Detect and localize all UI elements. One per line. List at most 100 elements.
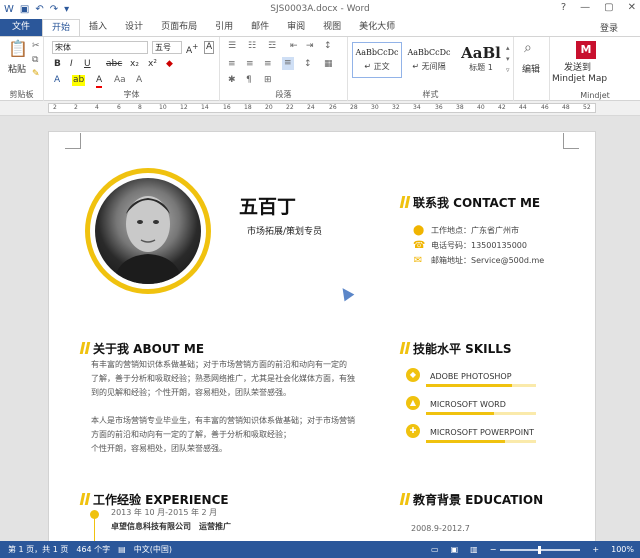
mindjet-map-label[interactable]: Mindjet Map <box>552 74 607 85</box>
sort-icon[interactable]: ↕ <box>324 41 332 52</box>
mindjet-group: M 发送到 Mindjet Map Mindjet <box>550 37 640 101</box>
ruler-tick: 38 <box>456 104 464 111</box>
about-paragraph-1: 有丰富的营销知识体系做基础；对于市场营销方面的前沿和动向有一定的 了解，善于分析… <box>91 358 361 400</box>
zoom-out-icon[interactable]: − <box>490 545 497 554</box>
strikethrough-icon[interactable]: abc <box>106 59 122 70</box>
ruler-tick: 6 <box>117 104 121 111</box>
zoom-slider-knob[interactable] <box>538 545 542 554</box>
multilevel-icon[interactable]: ☲ <box>268 41 276 52</box>
profile-photo <box>85 168 211 294</box>
paste-button[interactable]: 粘贴 <box>8 65 26 76</box>
styles-scroll-icon[interactable]: ▴ ▾ ▿ <box>506 43 510 76</box>
skill-powerpoint-bar <box>426 440 505 443</box>
help-icon[interactable]: ? <box>561 2 566 13</box>
ruler-tick: 20 <box>265 104 273 111</box>
about-p2-line2: 方面的前沿和动向有一定的了解，善于分析和吸取经验； <box>91 430 291 439</box>
bold-icon[interactable]: B <box>54 59 61 70</box>
minimize-icon[interactable]: — <box>580 2 590 13</box>
underline-icon[interactable]: U <box>84 59 91 70</box>
find-icon[interactable]: ⌕ <box>524 41 532 55</box>
style-no-spacing[interactable]: AaBbCcDc ↵ 无间隔 <box>404 42 454 78</box>
bullets-icon[interactable]: ☰ <box>228 41 236 52</box>
increase-indent-icon[interactable]: ⇥ <box>306 41 314 52</box>
clear-format-icon[interactable]: ◆ <box>166 59 173 70</box>
zoom-level[interactable]: 100% <box>611 545 634 554</box>
show-marks-icon[interactable]: ¶ <box>246 75 252 86</box>
grow-font-icon[interactable]: A+ <box>186 41 198 57</box>
maximize-icon[interactable]: ▢ <box>604 2 613 13</box>
tab-beautify[interactable]: 美化大师 <box>350 19 404 36</box>
proofing-icon[interactable]: ▤ <box>118 545 126 554</box>
align-center-icon[interactable]: ≡ <box>246 59 254 70</box>
margin-corner-tl <box>65 133 81 149</box>
window-controls: ? — ▢ ✕ <box>561 2 636 13</box>
tab-layout[interactable]: 页面布局 <box>152 19 206 36</box>
editing-button[interactable]: 编辑 <box>522 65 540 76</box>
font-family-select[interactable]: 宋体 <box>52 41 148 54</box>
mindjet-send-label[interactable]: 发送到 <box>564 63 591 74</box>
align-right-icon[interactable]: ≡ <box>264 59 272 70</box>
ruler-tick: 10 <box>159 104 167 111</box>
style-normal[interactable]: AaBbCcDc ↵ 正文 <box>352 42 402 78</box>
line-spacing-icon[interactable]: ↕ <box>304 59 312 70</box>
ruler-tick: 42 <box>498 104 506 111</box>
paragraph-group-label: 段落 <box>275 90 292 99</box>
decrease-indent-icon[interactable]: ⇤ <box>290 41 298 52</box>
tab-file[interactable]: 文件 <box>0 19 43 36</box>
subscript-icon[interactable]: x₂ <box>130 59 139 70</box>
tab-mailings[interactable]: 邮件 <box>242 19 278 36</box>
ruler-tick: 44 <box>519 104 527 111</box>
tab-home[interactable]: 开始 <box>42 19 81 36</box>
format-painter-icon[interactable]: ✎ <box>32 69 40 80</box>
about-title-text: 关于我 ABOUT ME <box>93 342 205 356</box>
align-left-icon[interactable]: ≡ <box>228 59 236 70</box>
read-mode-icon[interactable]: ▭ <box>431 545 439 554</box>
tab-design[interactable]: 设计 <box>116 19 152 36</box>
font-size-select[interactable]: 五号 <box>152 41 182 54</box>
style-heading-1[interactable]: AaBl 标题 1 <box>456 42 506 78</box>
superscript-icon[interactable]: x² <box>148 59 157 70</box>
close-icon[interactable]: ✕ <box>628 2 636 13</box>
document-page[interactable]: 五百丁 市场拓展/策划专员 联系我 CONTACT ME ⬤ 工作地点：广东省广州… <box>48 131 596 541</box>
about-paragraph-2: 本人是市场营销专业毕业生，有丰富的营销知识体系做基础；对于市场营销 方面的前沿和… <box>91 414 361 456</box>
justify-icon[interactable]: ≡ <box>282 57 294 70</box>
horizontal-ruler[interactable]: 2 2 4 6 8 10 12 14 16 18 20 22 24 26 28 30 32 34 36 38 40 42 4… <box>0 101 640 116</box>
web-layout-icon[interactable]: ▥ <box>470 545 478 554</box>
copy-icon[interactable]: ⧉ <box>32 55 38 66</box>
clipboard-group-label: 剪贴板 <box>9 90 34 99</box>
text-effect-icon[interactable]: A <box>54 75 60 86</box>
font-aa-icon[interactable]: Aa <box>114 75 126 86</box>
paste-icon[interactable]: 📋 <box>8 41 28 57</box>
page-count[interactable]: 第 1 页，共 1 页 <box>8 544 68 555</box>
document-area[interactable]: 五百丁 市场拓展/策划专员 联系我 CONTACT ME ⬤ 工作地点：广东省广州… <box>0 116 640 541</box>
char-border-icon[interactable]: A <box>204 41 215 54</box>
zoom-slider[interactable] <box>500 545 581 554</box>
word-count[interactable]: 464 个字 <box>76 544 110 555</box>
tab-review[interactable]: 审阅 <box>278 19 314 36</box>
italic-icon[interactable]: I <box>70 59 73 70</box>
mindjet-icon[interactable]: M <box>576 41 596 59</box>
cut-icon[interactable]: ✂ <box>32 41 40 52</box>
shading-icon[interactable]: ▦ <box>324 59 333 70</box>
zoom-in-icon[interactable]: + <box>592 545 599 554</box>
asian-layout-icon[interactable]: ✱ <box>228 75 236 86</box>
font-color-icon[interactable]: A <box>96 75 103 88</box>
tab-view[interactable]: 视图 <box>314 19 350 36</box>
styles-group-label: 样式 <box>422 90 439 99</box>
numbering-icon[interactable]: ☷ <box>248 41 256 52</box>
borders-icon[interactable]: ⊞ <box>264 75 272 86</box>
avatar <box>95 178 201 284</box>
char-shading-icon[interactable]: A <box>136 75 142 86</box>
contact-phone-text: 电话号码：13500135000 <box>431 241 527 250</box>
highlight-icon[interactable]: ab <box>72 75 86 86</box>
tab-references[interactable]: 引用 <box>206 19 242 36</box>
ruler-tick: 22 <box>286 104 294 111</box>
paragraph-group: ☰ ☷ ☲ ⇤ ⇥ ↕ ≡ ≡ ≡ ≡ ↕ ▦ ✱ ¶ ⊞ 段落 <box>220 37 348 101</box>
skill-photoshop-label: ADOBE PHOTOSHOP <box>430 372 512 381</box>
tab-insert[interactable]: 插入 <box>80 19 116 36</box>
print-layout-icon[interactable]: ▣ <box>451 545 459 554</box>
ruler-tick: 2 <box>74 104 78 111</box>
language-indicator[interactable]: 中文(中国) <box>134 544 172 555</box>
login-link[interactable]: 登录 <box>600 21 618 34</box>
education-date: 2008.9-2012.7 <box>411 524 470 533</box>
